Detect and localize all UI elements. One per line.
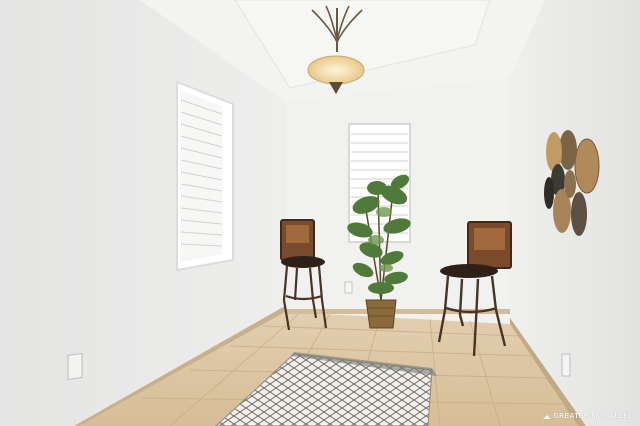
wall-outlet-left	[67, 352, 83, 381]
room-photo: GREATER MLS ALLEN	[0, 0, 640, 426]
watermark-text: GREATER MLS	[553, 413, 608, 420]
left-window	[176, 80, 234, 272]
wall-outlet-right	[561, 353, 571, 377]
wall-outlet-back	[344, 281, 353, 294]
room-illustration	[0, 0, 640, 426]
watermark-logo: GREATER MLS ALLEN	[543, 413, 634, 420]
house-icon	[543, 414, 552, 419]
watermark-sub: ALLEN	[609, 413, 634, 420]
